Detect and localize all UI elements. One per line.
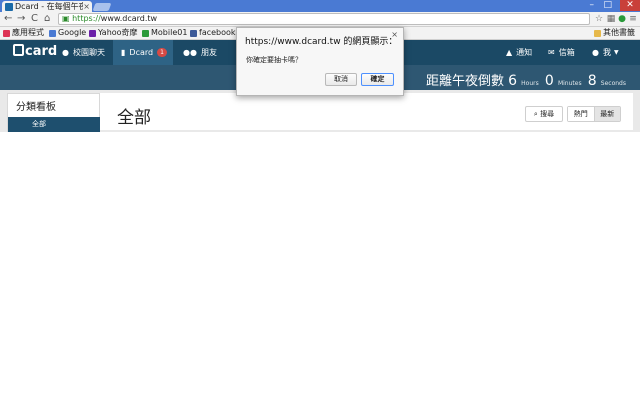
- google-icon: [49, 29, 56, 37]
- nav-dcard[interactable]: ▮ Dcard 1: [113, 40, 173, 65]
- countdown-label: 距離午夜倒數: [425, 74, 504, 89]
- lock-icon: ▣: [62, 14, 70, 23]
- countdown-hours: 6: [508, 73, 518, 89]
- countdown-seconds: 8: [587, 73, 597, 89]
- forward-arrow-icon[interactable]: →: [17, 13, 25, 25]
- bookmark-mobile01[interactable]: Mobile01: [142, 28, 187, 38]
- table-header-strip: [100, 130, 633, 132]
- book-icon: ▮: [121, 48, 126, 57]
- menu-icon[interactable]: ≡: [628, 14, 638, 24]
- reload-icon[interactable]: C: [31, 13, 38, 25]
- browser-tab-strip: Dcard - 在每個午夜 × – □ ✕: [0, 0, 640, 12]
- search-icon: ⌕: [533, 110, 538, 118]
- bell-icon: ▲: [506, 48, 513, 57]
- mobile01-icon: [142, 29, 149, 37]
- maximize-button[interactable]: □: [603, 0, 612, 11]
- new-tab-button[interactable]: [92, 3, 112, 11]
- dcard-badge: 1: [157, 48, 167, 57]
- dialog-title: https://www.dcard.tw 的網頁顯示：: [245, 37, 398, 47]
- hangouts-icon[interactable]: ●: [617, 14, 627, 24]
- dcard-favicon-icon: [5, 2, 13, 11]
- sort-hot-button[interactable]: 熱門: [568, 107, 594, 121]
- bookmark-facebook[interactable]: facebook: [190, 28, 236, 38]
- home-icon[interactable]: ⌂: [44, 13, 50, 25]
- chat-icon: ●: [62, 48, 69, 57]
- confirm-dialog: https://www.dcard.tw 的網頁顯示： × 你確定要抽卡嗎？ 取…: [236, 27, 404, 96]
- dialog-close-icon[interactable]: ×: [391, 30, 398, 39]
- sidebar-title: 分類看板: [16, 102, 56, 113]
- folder-icon: [594, 29, 601, 37]
- tab-title: Dcard - 在每個午夜: [15, 2, 84, 11]
- nav-friends[interactable]: ●● 朋友: [175, 40, 225, 65]
- bookmark-apps[interactable]: 應用程式: [3, 28, 44, 38]
- tab-close-icon[interactable]: ×: [83, 2, 90, 11]
- category-sidebar: 分類看板 全部: [7, 93, 100, 132]
- cancel-button[interactable]: 取消: [325, 73, 357, 86]
- friends-icon: ●●: [183, 48, 197, 57]
- url-host: www.dcard.tw: [100, 14, 158, 23]
- sort-toggle: 熱門 最新: [567, 106, 621, 122]
- search-button[interactable]: ⌕ 搜尋: [525, 106, 563, 122]
- star-icon[interactable]: ☆: [594, 14, 604, 24]
- yahoo-icon: [89, 29, 96, 37]
- user-icon: ●: [592, 48, 599, 57]
- url-scheme: https://: [72, 14, 101, 23]
- countdown-seconds-unit: Seconds: [600, 80, 626, 87]
- bookmark-google[interactable]: Google: [49, 28, 86, 38]
- nav-inbox[interactable]: ✉ 信箱: [540, 40, 583, 65]
- ok-button[interactable]: 確定: [361, 73, 394, 86]
- extension-icon[interactable]: ▦: [606, 14, 616, 24]
- address-bar[interactable]: ▣ https://www.dcard.tw: [58, 13, 590, 25]
- dcard-logo[interactable]: card: [13, 44, 57, 59]
- bookmark-yahoo[interactable]: Yahoo奇摩: [89, 28, 138, 38]
- nav-notifications[interactable]: ▲ 通知: [498, 40, 540, 65]
- sort-new-button[interactable]: 最新: [593, 107, 620, 121]
- envelope-icon: ✉: [548, 48, 555, 57]
- countdown-minutes-unit: Minutes: [557, 80, 582, 87]
- chevron-down-icon: ▼: [613, 49, 619, 56]
- dialog-message: 你確定要抽卡嗎？: [246, 56, 302, 64]
- bookmark-other[interactable]: 其他書籤: [594, 28, 635, 38]
- countdown-hours-unit: Hours: [521, 80, 539, 87]
- logo-d-icon: [13, 44, 24, 56]
- nav-me[interactable]: ● 我 ▼: [584, 40, 627, 65]
- page-title: 全部: [117, 108, 151, 128]
- window-close-button[interactable]: ✕: [620, 0, 640, 11]
- sidebar-item-all[interactable]: 全部: [8, 117, 100, 132]
- apps-grid-icon: [3, 29, 10, 37]
- browser-tab[interactable]: Dcard - 在每個午夜 ×: [2, 1, 92, 12]
- countdown-minutes: 0: [544, 73, 554, 89]
- midnight-countdown: 距離午夜倒數 6 Hours 0 Minutes 8 Seconds: [426, 70, 628, 89]
- nav-campus-chat[interactable]: ● 校園聊天: [54, 40, 113, 65]
- facebook-icon: [190, 29, 197, 37]
- browser-toolbar: ← → C ⌂ ▣ https://www.dcard.tw ☆ ▦ ● ≡: [0, 12, 640, 27]
- back-arrow-icon[interactable]: ←: [4, 13, 12, 25]
- minimize-button[interactable]: –: [590, 0, 595, 11]
